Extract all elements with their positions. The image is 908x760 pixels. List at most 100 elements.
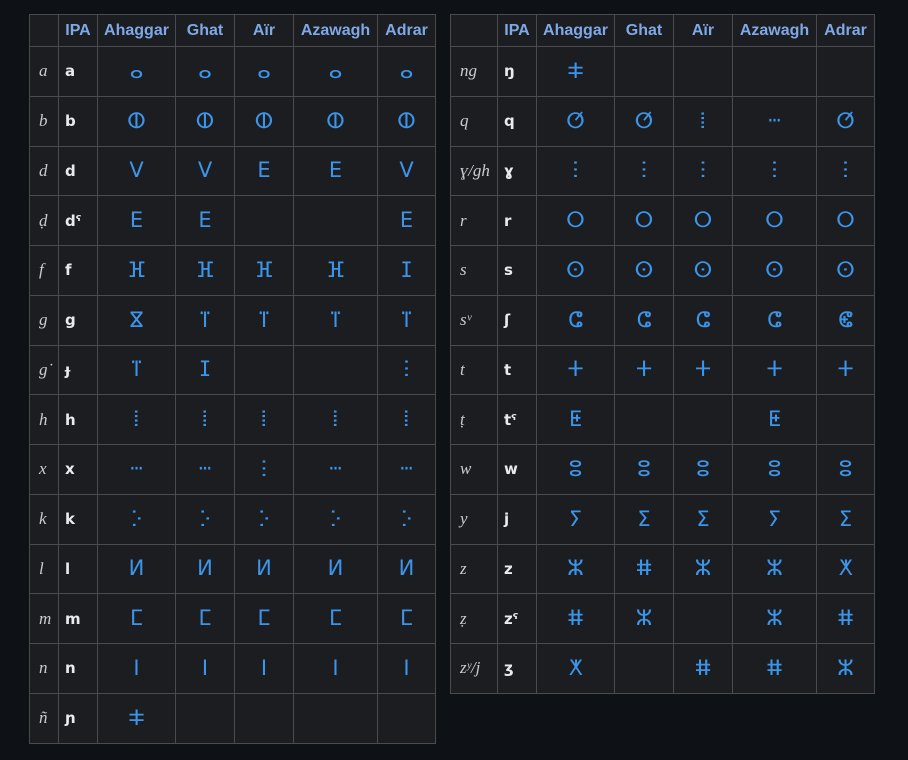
ipa-cell: z [497,543,537,595]
ghat-glyph: ⵙ [614,245,674,296]
ahaggar-glyph: ⴰ [97,46,176,97]
air-glyph: ⵓ [673,444,733,495]
ghat-glyph: ⵚ [614,95,674,147]
tifinagh-table-left: IPA Ahaggar Ghat Aïr Azawagh Adrar a a ⴰ… [29,14,436,744]
table-row: g g ⴵ ⴶ ⴶ ⴶ ⴶ [29,294,436,346]
table-row: y j ⵢ ⵉ ⵉ ⵢ ⵉ [450,493,875,545]
ghat-glyph: ⴼ [175,245,235,296]
table-row: h h ⵂ ⵂ ⵂ ⵂ ⵂ [29,394,436,445]
table-row: z z ⵣ ⵌ ⵣ ⵣ ⵅ [450,543,875,595]
ahaggar-glyph: ⵎ [97,593,176,644]
ghat-glyph: ⵏ [175,643,235,694]
azawagh-glyph [732,46,817,97]
azawagh-glyph: ⵗ [732,145,817,197]
ahaggar-glyph: ⵗ [536,145,615,197]
air-glyph: ⵜ [673,344,733,396]
table-row: n n ⵏ ⵏ ⵏ ⵏ ⵏ [29,643,436,694]
latin-cell: ḍ [29,195,59,246]
table-row: q q ⵚ ⵚ ⵂ ⵈ ⵚ [450,95,875,147]
ipa-cell: ʃ [497,294,537,346]
azawagh-glyph: ⵜ [732,344,817,396]
col-header-azawagh: Azawagh [732,14,817,47]
adrar-glyph: ⵏ [377,643,436,694]
col-header-azawagh: Azawagh [293,14,378,47]
latin-cell: k [29,493,59,545]
latin-cell: d [29,145,59,197]
ipa-cell: ɟ [58,344,98,396]
ahaggar-glyph: ⵚ [536,95,615,147]
latin-cell: h [29,394,59,445]
table-row: m m ⵎ ⵎ ⵎ ⵎ ⵎ [29,593,436,644]
air-glyph: ⵀ [234,95,294,147]
table-row: ṭ tˤ ⵟ ⵟ [450,394,875,445]
latin-cell: zʸ/j [450,643,498,694]
azawagh-glyph: ⵈ [293,444,378,495]
azawagh-glyph: ⵓ [732,444,817,495]
ghat-glyph: ⵓ [614,444,674,495]
ghat-glyph [614,394,674,445]
azawagh-glyph: ⵔ [732,195,817,246]
table-row: ñ ɲ ⵐ [29,692,436,744]
adrar-glyph: ⵀ [377,95,436,147]
ghat-glyph: ⵗ [614,145,674,197]
latin-cell: ṭ [450,394,498,445]
ipa-cell: x [58,444,98,495]
azawagh-glyph: ⵛ [732,294,817,346]
ipa-cell: ŋ [497,46,537,97]
ghat-glyph: ⵛ [614,294,674,346]
table-row: a a ⴰ ⴰ ⴰ ⴰ ⴰ [29,46,436,97]
ipa-cell: t [497,344,537,396]
ahaggar-glyph: ⵈ [97,444,176,495]
table-row: ng ŋ ⵐ [450,46,875,97]
air-glyph: ⵂ [234,394,294,445]
ghat-glyph: ⵌ [614,543,674,595]
ghat-glyph [175,692,235,744]
ipa-cell: r [497,195,537,246]
ipa-cell: ʒ [497,643,537,694]
ahaggar-glyph: ⵟ [536,394,615,445]
col-header-ahaggar: Ahaggar [97,14,176,47]
ipa-cell: f [58,245,98,296]
ipa-cell: tˤ [497,394,537,445]
latin-cell: ɣ/gh [450,145,498,197]
latin-cell: b [29,95,59,147]
col-header-ipa: IPA [497,14,537,47]
ipa-cell: dˤ [58,195,98,246]
table-row: k k ⴾ ⴾ ⴾ ⴾ ⴾ [29,493,436,545]
col-header-air: Aïr [673,14,733,47]
air-glyph: ⴹ [234,145,294,197]
ahaggar-glyph: ⵛ [536,294,615,346]
ipa-cell: j [497,493,537,545]
latin-cell: y [450,493,498,545]
ipa-cell: s [497,245,537,296]
latin-cell: ẓ [450,593,498,644]
col-header-ghat: Ghat [614,14,674,47]
adrar-glyph: ⵗ [377,344,436,396]
latin-cell: ñ [29,692,59,744]
ahaggar-glyph: ⴸ [97,145,176,197]
latin-cell: x [29,444,59,495]
ahaggar-glyph: ⵌ [536,593,615,644]
adrar-glyph: ⵙ [816,245,875,296]
table-row: g˙ ɟ ⴶ ⵊ ⵗ [29,344,436,396]
ghat-glyph: ⴶ [175,294,235,346]
adrar-glyph: ⵣ [816,643,875,694]
adrar-glyph: ⵜ [816,344,875,396]
latin-cell: q [450,95,498,147]
ghat-glyph [614,643,674,694]
ahaggar-glyph: ⵍ [97,543,176,595]
latin-cell: g˙ [29,344,59,396]
latin-cell: t [450,344,498,396]
air-glyph [234,195,294,246]
adrar-glyph: ⵉ [816,493,875,545]
adrar-glyph: ⴰ [377,46,436,97]
latin-cell: g [29,294,59,346]
air-glyph: ⴾ [234,493,294,545]
adrar-glyph: ⵌ [816,593,875,644]
adrar-glyph: ⴶ [377,294,436,346]
ahaggar-glyph: ⴹ [97,195,176,246]
ahaggar-glyph: ⵐ [536,46,615,97]
adrar-glyph: ⵊ [377,245,436,296]
air-glyph: ⵛ [673,294,733,346]
table-row: s s ⵙ ⵙ ⵙ ⵙ ⵙ [450,245,875,296]
